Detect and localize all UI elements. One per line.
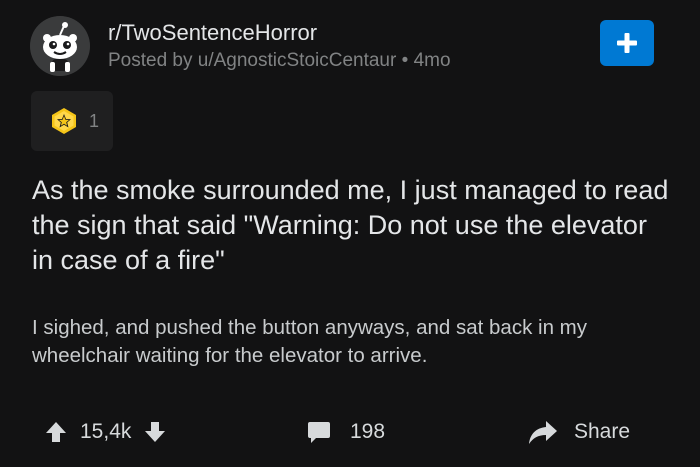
award-star-icon <box>49 106 79 136</box>
snoo-avatar-icon[interactable] <box>30 16 90 76</box>
upvote-icon[interactable] <box>44 420 68 444</box>
share-arrow-icon <box>528 419 558 445</box>
share-button[interactable]: Share <box>528 410 630 454</box>
post-age: 4mo <box>413 50 451 71</box>
posted-by[interactable]: Posted by u/AgnosticStoicCentaur <box>108 50 396 71</box>
comments-button[interactable]: 198 <box>306 410 385 454</box>
comment-count: 198 <box>350 420 386 443</box>
post-title[interactable]: As the smoke surrounded me, I just manag… <box>32 173 672 278</box>
comment-bubble-icon <box>306 419 332 445</box>
vote-controls: 15,4k <box>44 410 167 454</box>
action-bar: 15,4k 198 Share <box>0 410 700 454</box>
join-button[interactable] <box>600 20 654 66</box>
subreddit-name[interactable]: r/TwoSentenceHorror <box>108 20 317 46</box>
meta-separator: • <box>401 50 409 71</box>
award-count: 1 <box>89 110 100 131</box>
plus-icon <box>617 33 637 53</box>
vote-score: 15,4k <box>80 420 132 443</box>
post-body: I sighed, and pushed the button anyways,… <box>32 316 587 367</box>
post-page: r/TwoSentenceHorror Posted by u/Agnostic… <box>0 0 700 467</box>
share-label: Share <box>574 420 631 443</box>
award-badge[interactable]: 1 <box>31 91 113 151</box>
downvote-icon[interactable] <box>143 420 167 444</box>
post-meta: Posted by u/AgnosticStoicCentaur • 4mo <box>108 50 451 72</box>
